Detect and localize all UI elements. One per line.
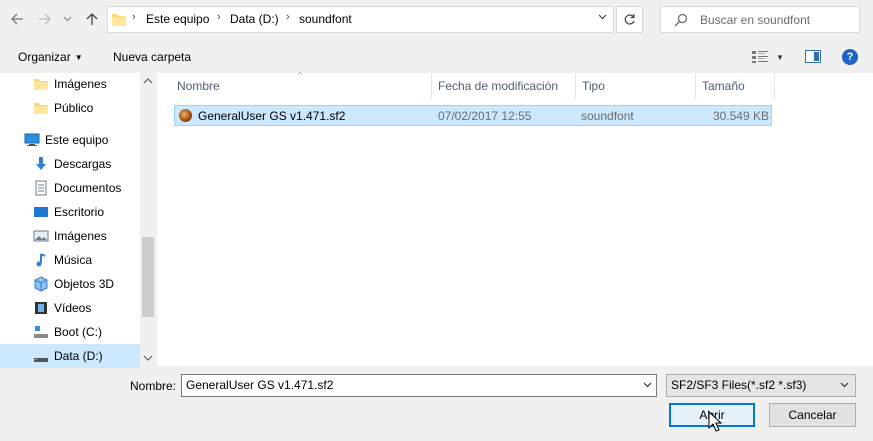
file-list[interactable]: ^ Nombre Fecha de modificación Tipo Tama…	[157, 70, 873, 366]
arrow-right-icon	[39, 13, 51, 25]
folder-icon	[33, 76, 49, 92]
nav-scrollbar[interactable]	[140, 73, 156, 366]
file-size: 30.549 KB	[712, 109, 769, 123]
view-caret-icon[interactable]: ▼	[776, 53, 784, 62]
objects-3d-icon	[33, 276, 49, 292]
new-folder-button[interactable]: Nueva carpeta	[113, 50, 191, 64]
computer-icon	[24, 132, 40, 148]
breadcrumb-separator: ›	[217, 11, 221, 23]
nav-item-documentos[interactable]: Documentos	[0, 176, 140, 200]
nav-item-label: Imágenes	[54, 77, 107, 91]
nav-item-descargas[interactable]: Descargas	[0, 152, 140, 176]
nav-item-label: Público	[54, 101, 94, 115]
folder-icon	[33, 100, 49, 116]
nav-item-data-d[interactable]: Data (D:)	[0, 344, 140, 368]
chevron-down-icon	[840, 375, 849, 396]
search-box[interactable]: Buscar en soundfont	[660, 6, 860, 33]
breadcrumb-data-d[interactable]: Data (D:)	[230, 12, 279, 26]
refresh-button[interactable]	[616, 6, 643, 33]
filename-history-dropdown-icon[interactable]	[643, 380, 652, 391]
scroll-down-icon[interactable]	[143, 353, 153, 363]
nav-item-escritorio[interactable]: Escritorio	[0, 200, 140, 224]
nav-item-publico[interactable]: Público	[0, 96, 140, 120]
nav-item-label: Data (D:)	[54, 349, 103, 363]
breadcrumb-soundfont[interactable]: soundfont	[299, 12, 352, 26]
column-header-modified[interactable]: Fecha de modificación	[438, 79, 558, 93]
file-type: soundfont	[581, 109, 634, 123]
nav-item-label: Imágenes	[54, 229, 107, 243]
nav-item-label: Escritorio	[54, 205, 105, 219]
pictures-icon	[33, 228, 49, 244]
scrollbar-thumb[interactable]	[142, 237, 154, 317]
breadcrumb-este-equipo[interactable]: Este equipo	[146, 12, 209, 26]
file-type-filter-select[interactable]: SF2/SF3 Files(*.sf2 *.sf3)	[666, 374, 856, 397]
nav-item-label: Objetos 3D	[54, 277, 115, 291]
desktop-icon	[33, 204, 49, 220]
nav-item-imagenes[interactable]: Imágenes	[0, 224, 140, 248]
scroll-up-icon[interactable]	[143, 76, 153, 86]
forward-button[interactable]	[34, 8, 56, 30]
chevron-down-icon	[63, 16, 71, 22]
nav-item-label: Descargas	[54, 157, 112, 171]
breadcrumb-separator: ›	[286, 11, 290, 23]
navigation-pane[interactable]: Imágenes Público Este equipo Descargas D…	[0, 72, 156, 368]
drive-icon	[33, 324, 49, 340]
column-divider[interactable]	[575, 73, 576, 99]
organize-label: Organizar	[18, 50, 71, 64]
filename-input[interactable]: GeneralUser GS v1.471.sf2	[181, 374, 657, 397]
nav-item-label: Boot (C:)	[54, 325, 103, 339]
nav-item-imagenes-folder[interactable]: Imágenes	[0, 72, 140, 96]
cancel-button[interactable]: Cancelar	[769, 403, 856, 427]
arrow-up-icon	[86, 13, 98, 25]
nav-item-videos[interactable]: Vídeos	[0, 296, 140, 320]
drive-icon	[33, 348, 49, 364]
file-row[interactable]: GeneralUser GS v1.471.sf2 07/02/2017 12:…	[174, 105, 772, 126]
download-icon	[33, 156, 49, 172]
file-name: GeneralUser GS v1.471.sf2	[198, 109, 346, 123]
mouse-cursor-icon	[708, 411, 722, 432]
refresh-icon	[624, 14, 635, 25]
videos-icon	[33, 300, 49, 316]
back-button[interactable]	[6, 8, 28, 30]
folder-icon	[112, 14, 126, 26]
column-header-size[interactable]: Tamaño	[702, 79, 745, 93]
nav-item-boot-c[interactable]: Boot (C:)	[0, 320, 140, 344]
column-divider[interactable]	[695, 73, 696, 99]
column-header-name[interactable]: Nombre	[177, 79, 220, 93]
soundfont-file-icon	[179, 109, 192, 122]
nav-item-objetos-3d[interactable]: Objetos 3D	[0, 272, 140, 296]
column-divider[interactable]	[774, 73, 775, 99]
file-modified: 07/02/2017 12:55	[438, 109, 532, 123]
preview-pane-icon[interactable]	[805, 50, 821, 63]
nav-item-label: Vídeos	[54, 301, 92, 315]
music-icon	[33, 252, 49, 268]
help-icon[interactable]: ?	[842, 49, 858, 65]
recent-locations-button[interactable]	[60, 8, 74, 30]
search-placeholder: Buscar en soundfont	[700, 13, 811, 27]
file-type-filter-value: SF2/SF3 Files(*.sf2 *.sf3)	[671, 378, 807, 392]
address-dropdown-icon[interactable]	[598, 12, 607, 23]
nav-item-label: Música	[54, 253, 93, 267]
nav-item-este-equipo[interactable]: Este equipo	[0, 128, 140, 152]
column-header-type[interactable]: Tipo	[582, 79, 605, 93]
sort-ascending-icon: ^	[298, 70, 303, 80]
nav-item-musica[interactable]: Música	[0, 248, 140, 272]
arrow-left-icon	[11, 13, 23, 25]
organize-menu-button[interactable]: Organizar ▼	[18, 50, 83, 64]
breadcrumb-separator: ›	[132, 11, 136, 23]
address-bar[interactable]: › Este equipo › Data (D:) › soundfont	[107, 6, 614, 33]
view-options-icon[interactable]	[752, 51, 768, 63]
nav-item-label: Documentos	[54, 181, 122, 195]
documents-icon	[33, 180, 49, 196]
column-divider[interactable]	[431, 73, 432, 99]
caret-down-icon: ▼	[74, 53, 83, 62]
filename-label: Nombre:	[130, 379, 177, 393]
nav-item-label: Este equipo	[45, 133, 109, 147]
up-button[interactable]	[81, 8, 103, 30]
search-icon	[674, 13, 688, 27]
